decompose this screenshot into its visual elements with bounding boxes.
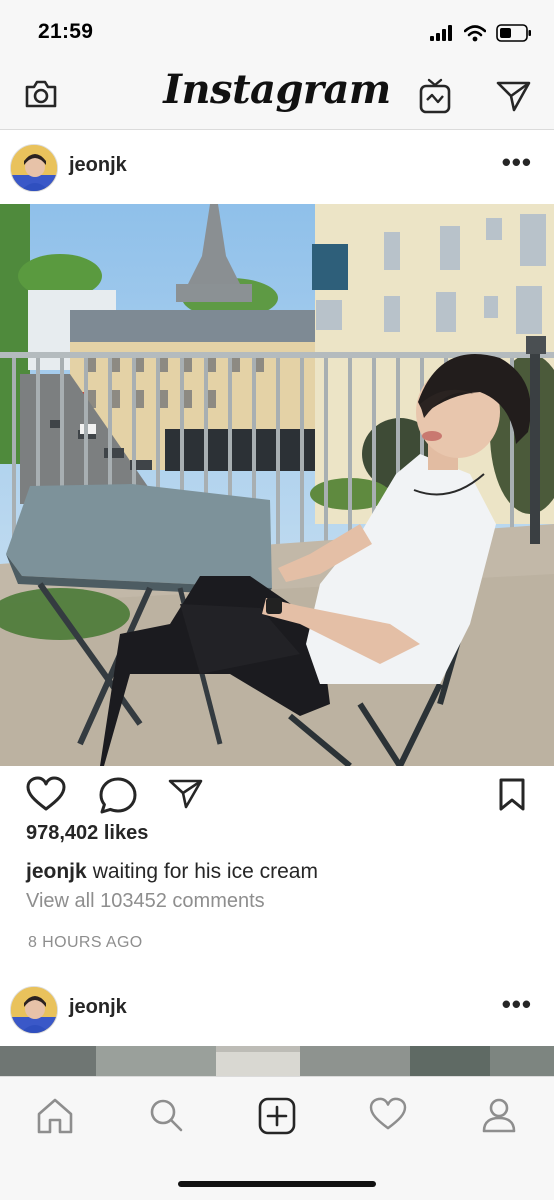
view-all-comments-link[interactable]: View all 103452 comments <box>26 890 265 913</box>
like-icon[interactable] <box>26 776 66 812</box>
search-icon[interactable] <box>148 1097 184 1133</box>
direct-message-icon[interactable] <box>496 79 532 113</box>
status-bar: 21:59 <box>0 0 554 64</box>
home-icon[interactable] <box>36 1097 74 1135</box>
caption-text: waiting for his ice cream <box>92 860 318 883</box>
top-navigation-bar: Instagram <box>0 64 554 130</box>
igtv-icon[interactable] <box>418 78 452 114</box>
profile-icon[interactable] <box>482 1097 516 1133</box>
avatar-image <box>11 145 57 191</box>
post-image <box>0 1046 554 1078</box>
status-time: 21:59 <box>38 20 94 43</box>
new-post-icon[interactable] <box>258 1097 296 1135</box>
post-photo[interactable] <box>0 1046 554 1078</box>
save-icon[interactable] <box>498 778 526 812</box>
avatar[interactable] <box>10 144 58 192</box>
comment-icon[interactable] <box>98 776 138 814</box>
post-username[interactable]: jeonjk <box>69 996 127 1019</box>
avatar[interactable] <box>10 986 58 1034</box>
home-indicator[interactable] <box>178 1181 376 1187</box>
more-options-icon[interactable]: ••• <box>502 991 532 1017</box>
signal-icon <box>430 25 452 41</box>
post-caption: jeonjk waiting for his ice cream <box>26 860 318 884</box>
post-username[interactable]: jeonjk <box>69 154 127 177</box>
avatar-image <box>11 987 57 1033</box>
battery-icon <box>496 24 531 42</box>
post-header: jeonjk ••• <box>0 130 554 204</box>
status-icons <box>430 24 532 42</box>
more-options-icon[interactable]: ••• <box>502 149 532 175</box>
post-actions <box>0 770 554 820</box>
share-icon[interactable] <box>168 778 204 810</box>
activity-icon[interactable] <box>369 1097 407 1131</box>
post-header: jeonjk ••• <box>0 972 554 1046</box>
post-image <box>0 204 554 766</box>
caption-username[interactable]: jeonjk <box>26 860 87 883</box>
instagram-logo: Instagram <box>163 66 391 113</box>
post-timestamp: 8 HOURS AGO <box>28 934 143 951</box>
likes-count[interactable]: 978,402 likes <box>26 822 148 845</box>
wifi-icon <box>464 24 486 41</box>
post-photo[interactable] <box>0 204 554 766</box>
